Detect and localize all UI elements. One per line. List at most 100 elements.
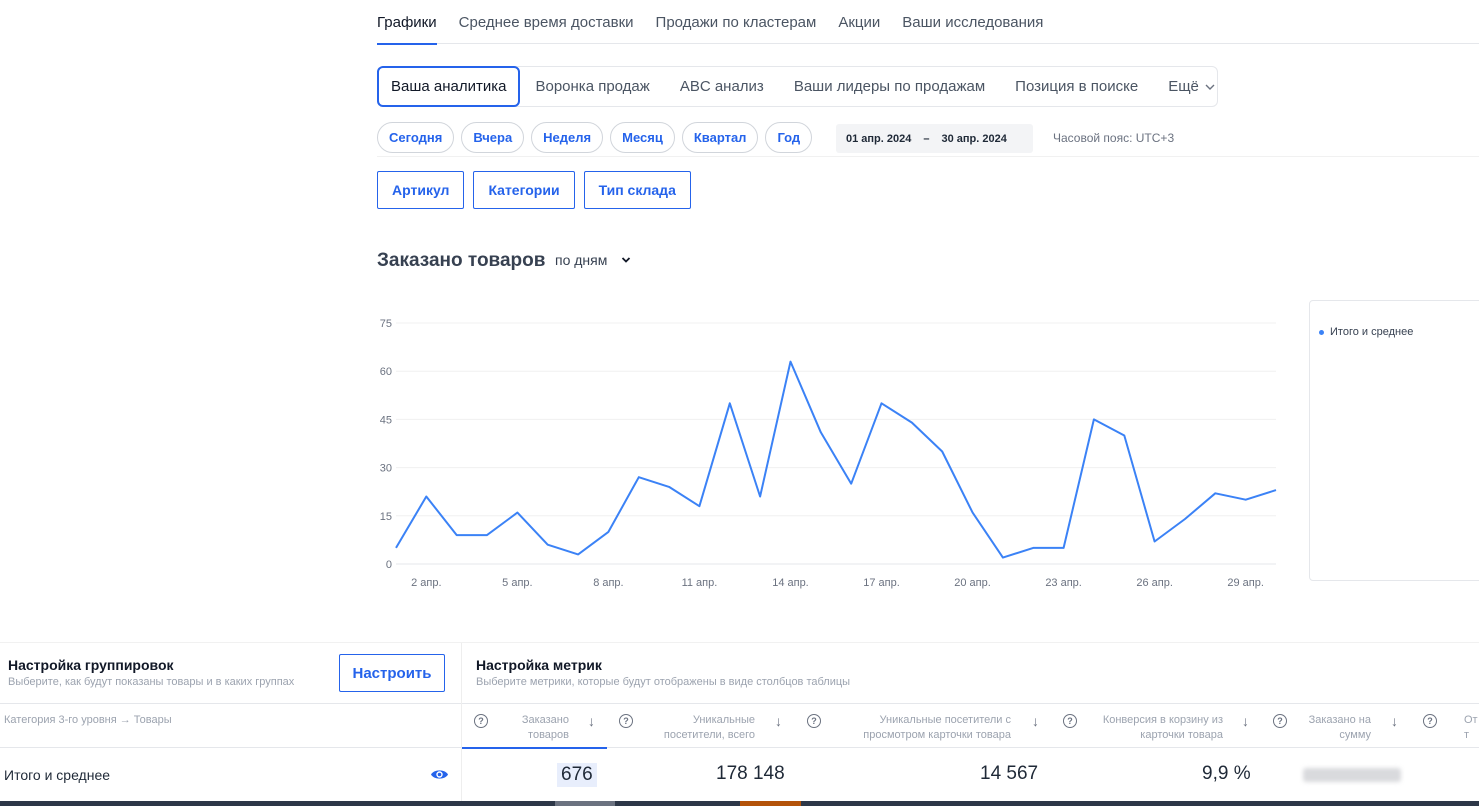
date-separator: –: [923, 132, 930, 145]
subtab-sales-funnel[interactable]: Воронка продаж: [520, 66, 664, 107]
analytics-subnav: Ваша аналитика Воронка продаж ABC анализ…: [377, 65, 1218, 107]
column-header-category: Категория 3-го уровня → Товары: [4, 714, 172, 726]
column-header-ordered-sum[interactable]: ? Заказано на сумму ↓: [1263, 704, 1413, 749]
arrow-down-icon[interactable]: ↓: [775, 713, 782, 729]
question-circle-icon[interactable]: ?: [1063, 714, 1077, 728]
period-week-button[interactable]: Неделя: [531, 122, 604, 153]
x-tick-label: 17 апр.: [863, 577, 900, 589]
question-circle-icon[interactable]: ?: [807, 714, 821, 728]
subtab-abc-analysis[interactable]: ABC анализ: [665, 66, 779, 107]
row-label: Итого и среднее: [4, 767, 111, 783]
cell-cart-conversion: 9,9 %: [1202, 763, 1251, 784]
chevron-down-icon: [622, 257, 631, 263]
configure-grouping-button[interactable]: Настроить: [339, 654, 445, 692]
y-tick-label: 45: [380, 414, 392, 426]
filter-categories-button[interactable]: Категории: [473, 171, 575, 209]
period-selector: Сегодня Вчера Неделя Месяц Квартал Год: [377, 122, 813, 153]
eye-icon[interactable]: [430, 768, 449, 781]
x-tick-label: 14 апр.: [772, 577, 809, 589]
column-header-partial[interactable]: ? От т: [1413, 704, 1479, 749]
cell-ordered-sum-redacted: [1303, 768, 1401, 782]
granularity-dropdown[interactable]: по дням: [555, 252, 631, 268]
x-tick-label: 2 апр.: [411, 577, 441, 589]
timezone-label: Часовой пояс: UTC+3: [1053, 131, 1175, 145]
legend-dot: [1319, 329, 1324, 335]
tab-charts[interactable]: Графики: [377, 0, 437, 45]
grouping-title: Настройка группировок: [8, 657, 174, 673]
filter-warehouse-type-button[interactable]: Тип склада: [583, 171, 691, 209]
subtab-more[interactable]: Ещё: [1153, 66, 1230, 107]
taskbar-strip: [0, 801, 1479, 806]
question-circle-icon[interactable]: ?: [474, 714, 488, 728]
arrow-down-icon[interactable]: ↓: [1032, 713, 1039, 729]
orders-line-chart: 0 15 30 45 60 75 2 апр. 5 апр. 8 апр. 11 апр. 14 а…: [380, 318, 1277, 589]
subtab-search-position[interactable]: Позиция в поиске: [1000, 66, 1153, 107]
tab-cluster-sales[interactable]: Продажи по кластерам: [656, 0, 817, 44]
column-header-label: Конверсия в корзину из карточки товара: [1102, 714, 1223, 741]
column-header-label: Уникальные посетители с просмотром карточ…: [863, 714, 1011, 741]
question-circle-icon[interactable]: ?: [1423, 714, 1437, 728]
metrics-title: Настройка метрик: [476, 657, 602, 673]
y-tick-label: 0: [386, 559, 392, 571]
granularity-label: по дням: [555, 252, 608, 268]
column-header-card-visitors[interactable]: ? Уникальные посетители с просмотром карт…: [797, 704, 1053, 749]
filter-article-button[interactable]: Артикул: [377, 171, 465, 209]
legend-item[interactable]: Итого и среднее: [1319, 326, 1413, 338]
filter-buttons: Артикул Категории Тип склада: [377, 171, 691, 209]
column-header-ordered[interactable]: ? Заказано товаров ↓: [462, 704, 607, 749]
x-tick-label: 8 апр.: [593, 577, 623, 589]
chart-legend: Итого и среднее: [1309, 300, 1479, 581]
top-nav: Графики Среднее время доставки Продажи п…: [377, 0, 1479, 45]
subtab-your-analytics[interactable]: Ваша аналитика: [377, 65, 521, 107]
period-quarter-button[interactable]: Квартал: [681, 122, 759, 153]
date-range-picker[interactable]: 01 апр. 2024 – 30 апр. 2024: [836, 124, 1033, 153]
column-header-label: Уникальные посетители, всего: [663, 714, 755, 741]
period-today-button[interactable]: Сегодня: [377, 122, 455, 153]
period-yesterday-button[interactable]: Вчера: [461, 122, 525, 153]
period-month-button[interactable]: Месяц: [610, 122, 675, 153]
x-tick-label: 26 апр.: [1136, 577, 1173, 589]
arrow-down-icon[interactable]: ↓: [1391, 713, 1398, 729]
x-tick-label: 5 апр.: [502, 577, 532, 589]
subtab-sales-leaders[interactable]: Ваши лидеры по продажам: [779, 66, 1000, 107]
x-tick-label: 11 апр.: [682, 577, 718, 589]
chart-title: Заказано товаров: [377, 250, 546, 271]
date-to: 30 апр. 2024: [941, 132, 1007, 145]
x-tick-label: 29 апр.: [1227, 577, 1264, 589]
chevron-down-icon: [1205, 84, 1215, 90]
y-tick-label: 60: [380, 366, 392, 378]
arrow-down-icon[interactable]: ↓: [1242, 713, 1249, 729]
tab-delivery-time[interactable]: Среднее время доставки: [459, 0, 634, 44]
tab-promotions[interactable]: Акции: [838, 0, 880, 44]
y-tick-label: 30: [380, 463, 392, 475]
column-header-label: Заказано на сумму: [1308, 714, 1371, 741]
divider: [0, 642, 1479, 643]
legend-label: Итого и среднее: [1330, 326, 1414, 338]
column-header-label: От т: [1464, 714, 1478, 741]
cell-ordered: 676: [557, 763, 597, 787]
more-label: Ещё: [1168, 78, 1199, 95]
taskbar-segment: [555, 801, 615, 806]
question-circle-icon[interactable]: ?: [1273, 714, 1287, 728]
y-tick-label: 15: [380, 511, 392, 523]
series-line[interactable]: [395, 360, 1277, 559]
column-header-visitors[interactable]: ? Уникальные посетители, всего ↓: [607, 704, 797, 749]
grouping-description: Выберите, как будут показаны товары и в …: [8, 676, 295, 688]
table-row: Итого и среднее 676 178 148 14 567 9,9 %: [0, 748, 1479, 802]
question-circle-icon[interactable]: ?: [619, 714, 633, 728]
date-from: 01 апр. 2024: [846, 132, 912, 145]
taskbar-segment: [740, 801, 801, 806]
vertical-divider: [461, 643, 462, 703]
x-tick-label: 20 апр.: [954, 577, 991, 589]
arrow-down-icon[interactable]: ↓: [588, 713, 595, 729]
column-header-cart-conversion[interactable]: ? Конверсия в корзину из карточки товара …: [1053, 704, 1263, 749]
metrics-description: Выберите метрики, которые будут отображе…: [476, 676, 851, 688]
tab-research[interactable]: Ваши исследования: [902, 0, 1043, 44]
period-year-button[interactable]: Год: [765, 122, 813, 153]
y-tick-label: 75: [380, 318, 392, 330]
divider: [377, 156, 1479, 157]
x-tick-label: 23 апр.: [1045, 577, 1082, 589]
column-header-label: Заказано товаров: [521, 714, 569, 741]
cell-card-visitors: 14 567: [980, 763, 1039, 784]
cell-visitors: 178 148: [716, 763, 785, 784]
